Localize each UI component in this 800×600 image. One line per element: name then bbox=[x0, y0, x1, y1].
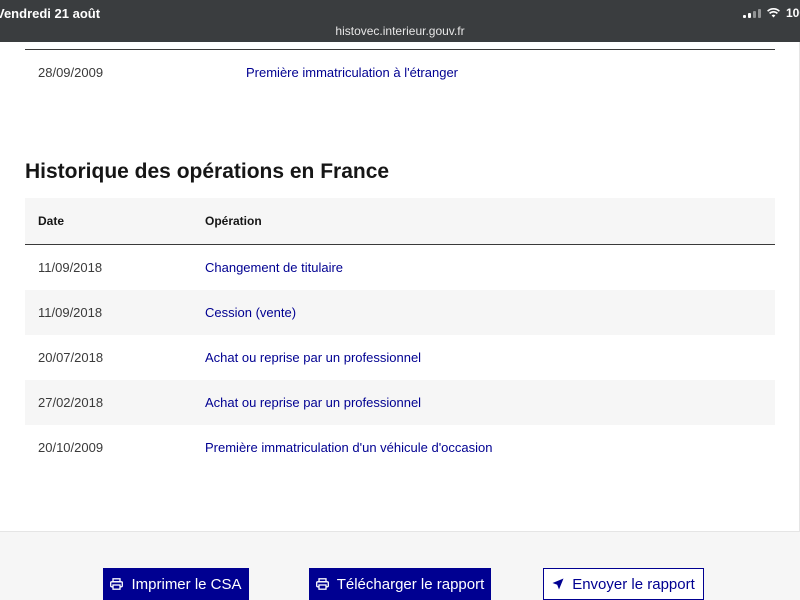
row-operation: Changement de titulaire bbox=[205, 260, 344, 275]
row-date: 11/09/2018 bbox=[38, 305, 103, 320]
table-row: 20/10/2009 Première immatriculation d'un… bbox=[25, 425, 775, 470]
row-date: 20/10/2009 bbox=[38, 440, 104, 455]
row-operation: Achat ou reprise par un professionnel bbox=[205, 395, 422, 410]
row-operation: Première immatriculation à l'étranger bbox=[246, 65, 459, 80]
table-header: Date Opération bbox=[25, 198, 775, 245]
print-csa-label: Imprimer le CSA bbox=[131, 575, 242, 593]
table-row: 20/07/2018 Achat ou reprise par un profe… bbox=[25, 335, 775, 380]
status-time: Vendredi 21 août bbox=[0, 6, 101, 21]
download-report-button[interactable]: Télécharger le rapport bbox=[309, 568, 491, 600]
row-date: 20/07/2018 bbox=[38, 350, 104, 365]
table-row: 11/09/2018 Cession (vente) bbox=[25, 290, 775, 335]
status-bar: Vendredi 21 août 100 histovec.interieur.… bbox=[0, 0, 800, 42]
send-arrow-icon bbox=[552, 578, 564, 590]
header-date: Date bbox=[38, 214, 65, 228]
printer-icon bbox=[110, 578, 124, 590]
printer-icon bbox=[315, 578, 329, 590]
row-operation: Cession (vente) bbox=[205, 305, 297, 320]
table-row: 11/09/2018 Changement de titulaire bbox=[25, 245, 775, 290]
table-row: 28/09/2009 Première immatriculation à l'… bbox=[25, 50, 775, 95]
send-report-label: Envoyer le rapport bbox=[572, 575, 695, 593]
download-report-label: Télécharger le rapport bbox=[336, 575, 485, 593]
wifi-icon bbox=[767, 8, 780, 18]
row-operation: Première immatriculation d'un véhicule d… bbox=[205, 440, 493, 455]
battery-percent: 100 bbox=[785, 6, 800, 20]
signal-icon bbox=[742, 8, 761, 18]
history-card: 28/09/2009 Première immatriculation à l'… bbox=[0, 42, 800, 532]
row-date: 28/09/2009 bbox=[38, 65, 104, 80]
row-date: 27/02/2018 bbox=[38, 395, 104, 410]
table-row: 27/02/2018 Achat ou reprise par un profe… bbox=[25, 380, 775, 425]
operations-table: Date Opération 11/09/2018 Changement de … bbox=[25, 198, 775, 470]
row-operation: Achat ou reprise par un professionnel bbox=[205, 350, 422, 365]
header-operation: Opération bbox=[205, 214, 262, 228]
section-title: Historique des opérations en France bbox=[25, 160, 390, 183]
status-indicators: 100 bbox=[742, 6, 800, 20]
print-csa-button[interactable]: Imprimer le CSA bbox=[103, 568, 249, 600]
send-report-button[interactable]: Envoyer le rapport bbox=[543, 568, 704, 600]
row-date: 11/09/2018 bbox=[38, 260, 103, 275]
address-bar-url[interactable]: histovec.interieur.gouv.fr bbox=[0, 24, 800, 38]
